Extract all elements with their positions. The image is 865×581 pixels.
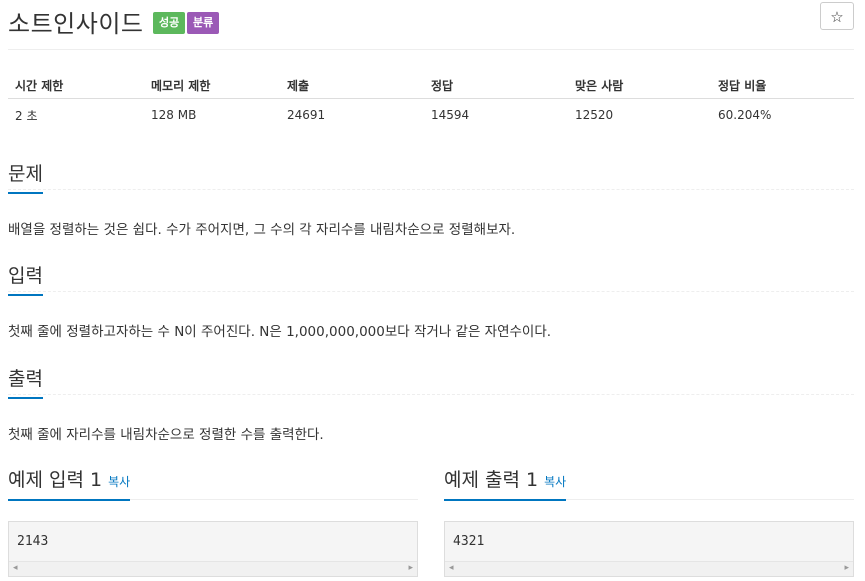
input-section-title: 입력	[8, 261, 43, 296]
sample-input-header: 예제 입력 1 복사	[8, 465, 418, 501]
value-time-limit: 2 초	[15, 108, 38, 123]
sample-output-header: 예제 출력 1 복사	[444, 465, 854, 501]
input-description: 첫째 줄에 정렬하고자하는 수 N이 주어진다. N은 1,000,000,00…	[8, 324, 552, 340]
sample-input-box[interactable]: 2143 ◂ ▸	[8, 521, 418, 577]
output-section-header: 출력	[8, 364, 854, 399]
sample-input-content: 2143	[17, 534, 49, 549]
status-badge-success[interactable]: 성공	[153, 12, 186, 34]
copy-input-button[interactable]: 복사	[108, 475, 130, 489]
problem-info-table: 시간 제한 메모리 제한 제출 정답 맞은 사람 정답 비율 2 초 128 M…	[8, 73, 854, 131]
problem-description: 배열을 정렬하는 것은 쉽다. 수가 주어지면, 그 수의 각 자리수를 내림차…	[8, 222, 516, 238]
sample-input-heading: 예제 입력 1 복사	[8, 465, 131, 501]
sample-input-title: 예제 입력 1	[8, 469, 103, 491]
title-divider	[8, 49, 854, 50]
table-header-row: 시간 제한 메모리 제한 제출 정답 맞은 사람 정답 비율	[8, 73, 854, 99]
value-memory-limit: 128 MB	[151, 108, 197, 122]
value-ratio: 60.204%	[718, 108, 772, 122]
output-description: 첫째 줄에 자리수를 내림차순으로 정렬한 수를 출력한다.	[8, 427, 324, 443]
header-submissions: 제출	[280, 73, 424, 99]
problem-section-header: 문제	[8, 159, 854, 194]
header-time-limit: 시간 제한	[8, 73, 144, 99]
output-section-title: 출력	[8, 364, 43, 399]
star-button[interactable]: ☆	[820, 2, 854, 30]
copy-output-button[interactable]: 복사	[544, 475, 566, 489]
scroll-right-icon[interactable]: ▸	[844, 563, 849, 573]
horizontal-scrollbar[interactable]: ◂ ▸	[445, 561, 853, 576]
scroll-right-icon[interactable]: ▸	[408, 563, 413, 573]
category-badge[interactable]: 분류	[187, 12, 220, 34]
scroll-left-icon[interactable]: ◂	[13, 563, 18, 573]
sample-output-title: 예제 출력 1	[444, 469, 539, 491]
sample-output: 예제 출력 1 복사 4321 ◂ ▸	[444, 465, 854, 577]
input-section-header: 입력	[8, 261, 854, 296]
value-accepted: 14594	[431, 108, 470, 122]
value-submissions: 24691	[287, 108, 326, 122]
header-solvers: 맞은 사람	[568, 73, 711, 99]
sample-output-box[interactable]: 4321 ◂ ▸	[444, 521, 854, 577]
sample-output-content: 4321	[453, 534, 485, 549]
problem-title: 소트인사이드	[8, 10, 144, 38]
header-accepted: 정답	[424, 73, 568, 99]
value-solvers: 12520	[575, 108, 614, 122]
table-row: 2 초 128 MB 24691 14594 12520 60.204%	[8, 99, 854, 132]
sample-output-heading: 예제 출력 1 복사	[444, 465, 567, 501]
header-ratio: 정답 비율	[711, 73, 854, 99]
header-memory-limit: 메모리 제한	[144, 73, 280, 99]
scroll-left-icon[interactable]: ◂	[449, 563, 454, 573]
horizontal-scrollbar[interactable]: ◂ ▸	[9, 561, 417, 576]
problem-section-title: 문제	[8, 159, 43, 194]
sample-input: 예제 입력 1 복사 2143 ◂ ▸	[8, 465, 418, 577]
